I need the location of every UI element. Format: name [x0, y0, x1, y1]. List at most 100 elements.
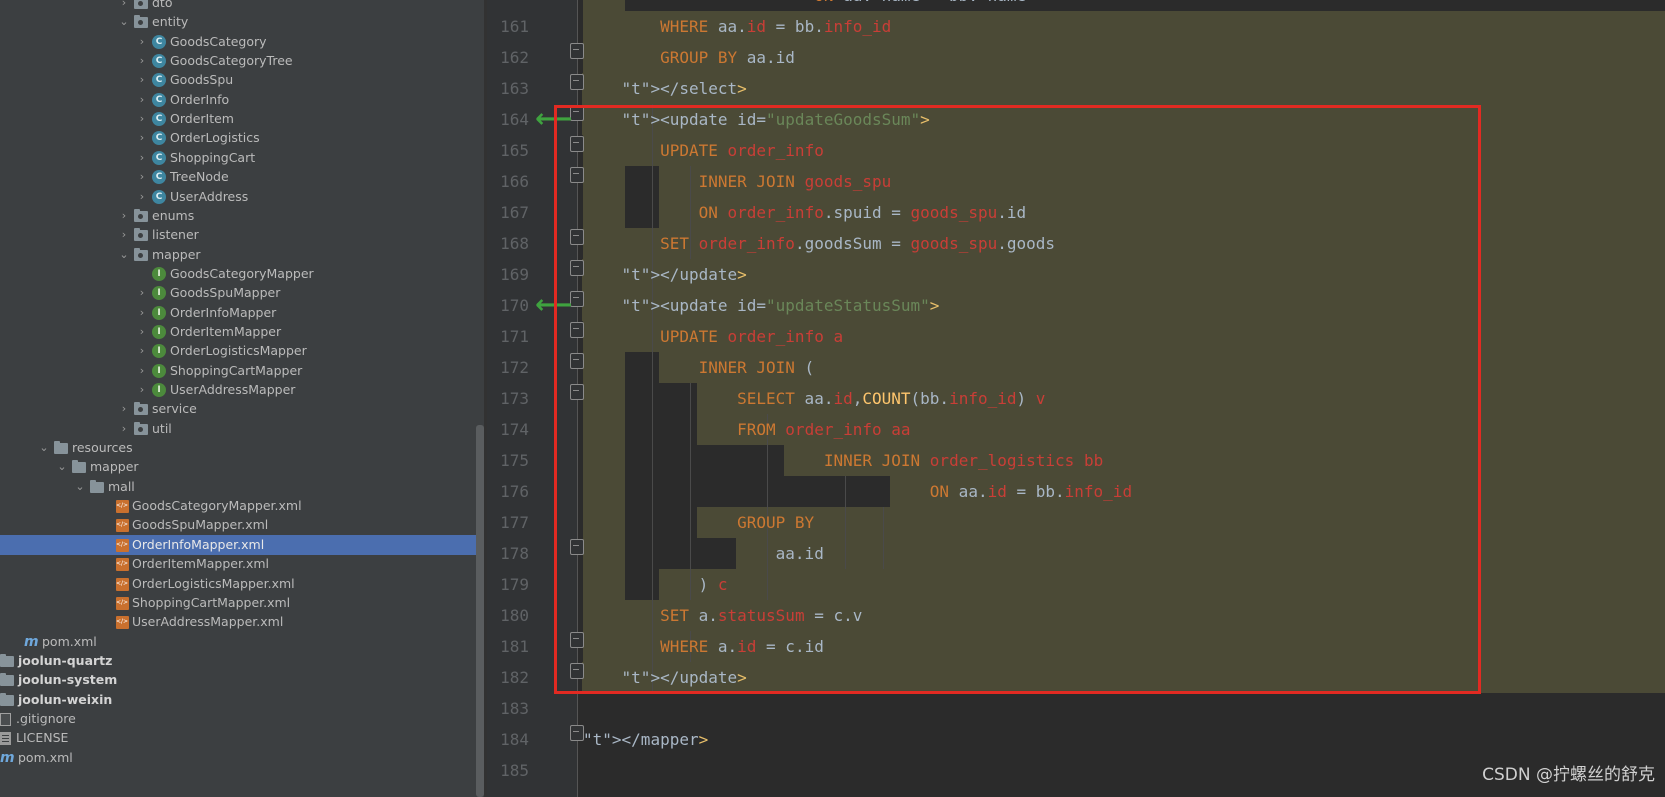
- code-line[interactable]: GROUP BY aa.id: [583, 42, 795, 73]
- tree-row[interactable]: m pom.xml: [0, 748, 484, 768]
- chevron-right-icon[interactable]: ›: [118, 0, 130, 13]
- code-line[interactable]: UPDATE order_info: [583, 135, 824, 166]
- tree-row[interactable]: ⌄ entity: [0, 12, 484, 32]
- chevron-right-icon[interactable]: ›: [118, 399, 130, 419]
- tree-row[interactable]: › I GoodsSpuMapper: [0, 283, 484, 303]
- tree-row[interactable]: › C GoodsCategory: [0, 32, 484, 52]
- chevron-right-icon[interactable]: ›: [136, 341, 148, 361]
- chevron-right-icon[interactable]: ›: [136, 128, 148, 148]
- code-line[interactable]: INNER JOIN (: [583, 352, 815, 383]
- tree-row[interactable]: › listener: [0, 225, 484, 245]
- navigate-to-method-icon[interactable]: ⟵: [535, 290, 572, 321]
- code-line[interactable]: ON aa.id = bb.info_id: [583, 476, 1132, 507]
- fold-icon[interactable]: [570, 105, 584, 121]
- chevron-right-icon[interactable]: ›: [136, 109, 148, 129]
- chevron-down-icon[interactable]: ⌄: [118, 245, 130, 265]
- code-line[interactable]: "t"></select>: [583, 73, 747, 104]
- chevron-right-icon[interactable]: ›: [136, 148, 148, 168]
- chevron-right-icon[interactable]: ›: [136, 303, 148, 323]
- chevron-down-icon[interactable]: ⌄: [74, 477, 86, 497]
- chevron-right-icon[interactable]: ›: [136, 51, 148, 71]
- code-line[interactable]: "t"><update id="updateGoodsSum">: [583, 104, 930, 135]
- fold-icon[interactable]: [570, 539, 584, 555]
- fold-icon[interactable]: [570, 260, 584, 276]
- code-line[interactable]: WHERE aa.id = bb.info_id: [583, 11, 891, 42]
- code-line[interactable]: INNER JOIN order_logistics bb: [583, 445, 1103, 476]
- chevron-right-icon[interactable]: ›: [118, 419, 130, 439]
- tree-row[interactable]: ›joolun-weixin: [0, 690, 484, 710]
- chevron-right-icon[interactable]: ›: [118, 225, 130, 245]
- tree-row[interactable]: ⌄ mall: [0, 477, 484, 497]
- tree-row[interactable]: › C UserAddress: [0, 187, 484, 207]
- tree-row[interactable]: › C ShoppingCart: [0, 148, 484, 168]
- tree-row[interactable]: › I OrderInfoMapper: [0, 303, 484, 323]
- chevron-down-icon[interactable]: ⌄: [118, 12, 130, 32]
- tree-row[interactable]: › util: [0, 419, 484, 439]
- code-line[interactable]: UPDATE order_info a: [583, 321, 843, 352]
- code-line[interactable]: FROM order_info aa: [583, 414, 910, 445]
- fold-icon[interactable]: [570, 167, 584, 183]
- tree-row[interactable]: I GoodsCategoryMapper: [0, 264, 484, 284]
- tree-row[interactable]: m pom.xml: [0, 632, 484, 652]
- navigate-to-method-icon[interactable]: ⟵: [535, 104, 572, 135]
- fold-icon[interactable]: [570, 322, 584, 338]
- fold-icon[interactable]: [570, 663, 584, 679]
- tree-row[interactable]: › C OrderInfo: [0, 90, 484, 110]
- tree-row[interactable]: ⌄ resources: [0, 438, 484, 458]
- code-line[interactable]: "t"></update>: [583, 259, 747, 290]
- chevron-down-icon[interactable]: ⌄: [56, 457, 68, 477]
- chevron-right-icon[interactable]: ›: [136, 380, 148, 400]
- chevron-right-icon[interactable]: ›: [136, 322, 148, 342]
- code-editor[interactable]: 161 162 163 164 165 166 167 168 169 170 171 172 173 1…: [487, 0, 1665, 797]
- code-line[interactable]: SET order_info.goodsSum = goods_spu.good…: [583, 228, 1055, 259]
- tree-row[interactable]: ⌄ mapper: [0, 245, 484, 265]
- chevron-right-icon[interactable]: ›: [136, 90, 148, 110]
- tree-row[interactable]: OrderLogisticsMapper.xml: [0, 574, 484, 594]
- tree-row[interactable]: LICENSE: [0, 728, 484, 748]
- fold-icon[interactable]: [570, 43, 584, 59]
- tree-row[interactable]: › I OrderItemMapper: [0, 322, 484, 342]
- chevron-right-icon[interactable]: ›: [136, 70, 148, 90]
- tree-row[interactable]: › C OrderItem: [0, 109, 484, 129]
- chevron-right-icon[interactable]: ›: [136, 32, 148, 52]
- tree-row[interactable]: ›joolun-quartz: [0, 651, 484, 671]
- chevron-right-icon[interactable]: ›: [136, 283, 148, 303]
- code-line[interactable]: ON order_info.spuid = goods_spu.id: [583, 197, 1027, 228]
- chevron-right-icon[interactable]: ›: [136, 167, 148, 187]
- tree-row[interactable]: › C TreeNode: [0, 167, 484, 187]
- tree-row[interactable]: › C GoodsCategoryTree: [0, 51, 484, 71]
- tree-row[interactable]: UserAddressMapper.xml: [0, 612, 484, 632]
- code-line[interactable]: "t"></mapper>: [583, 724, 708, 755]
- fold-icon[interactable]: [570, 291, 584, 307]
- code-line[interactable]: aa.id: [583, 538, 824, 569]
- code-line[interactable]: "t"></update>: [583, 662, 747, 693]
- code-line[interactable]: GROUP BY: [583, 507, 814, 538]
- tree-row[interactable]: › dto: [0, 0, 484, 13]
- chevron-right-icon[interactable]: ›: [136, 361, 148, 381]
- code-line[interactable]: INNER JOIN goods_spu: [583, 166, 892, 197]
- tree-row[interactable]: › I ShoppingCartMapper: [0, 361, 484, 381]
- chevron-down-icon[interactable]: ⌄: [38, 438, 50, 458]
- tree-row[interactable]: .gitignore: [0, 709, 484, 729]
- fold-icon[interactable]: [570, 632, 584, 648]
- fold-icon[interactable]: [570, 74, 584, 90]
- chevron-right-icon[interactable]: ›: [118, 206, 130, 226]
- tree-row[interactable]: › I OrderLogisticsMapper: [0, 341, 484, 361]
- tree-row[interactable]: GoodsCategoryMapper.xml: [0, 496, 484, 516]
- fold-icon[interactable]: [570, 353, 584, 369]
- tree-row[interactable]: › C OrderLogistics: [0, 128, 484, 148]
- tree-row[interactable]: OrderItemMapper.xml: [0, 554, 484, 574]
- code-line[interactable]: ) c: [583, 569, 728, 600]
- tree-row[interactable]: › I UserAddressMapper: [0, 380, 484, 400]
- code-line[interactable]: SELECT aa.id,COUNT(bb.info_id) v: [583, 383, 1045, 414]
- fold-icon[interactable]: [570, 725, 584, 741]
- code-line[interactable]: SET a.statusSum = c.v: [583, 600, 862, 631]
- tree-row[interactable]: › C GoodsSpu: [0, 70, 484, 90]
- tree-row[interactable]: ShoppingCartMapper.xml: [0, 593, 484, 613]
- tree-row[interactable]: ⌄ mapper: [0, 457, 484, 477]
- tree-row[interactable]: › service: [0, 399, 484, 419]
- code-line[interactable]: ON aa. name = bb. name: [583, 0, 1026, 11]
- tree-row[interactable]: ›joolun-system: [0, 670, 484, 690]
- chevron-right-icon[interactable]: ›: [136, 187, 148, 207]
- fold-icon[interactable]: [570, 229, 584, 245]
